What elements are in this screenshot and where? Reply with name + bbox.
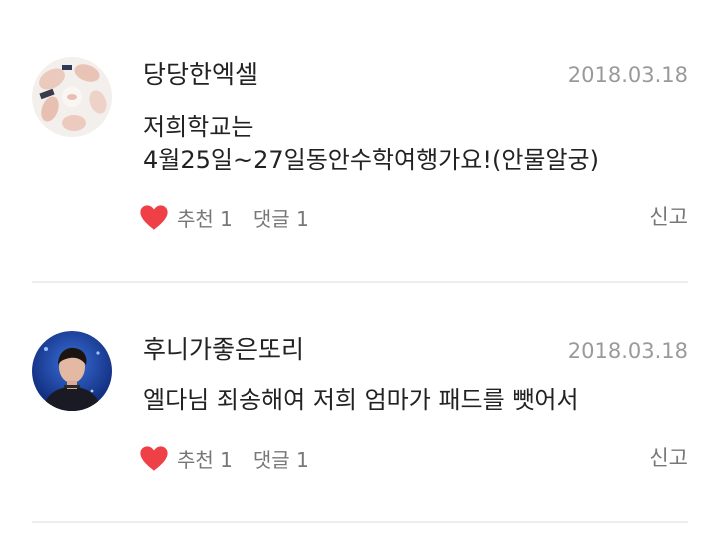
like-button[interactable]: 추천 1	[139, 203, 233, 232]
comment-text: 엘다님 죄송해여 저희 엄마가 패드를 뺏어서	[143, 384, 688, 417]
comment-actions: 추천 1 댓글 1	[139, 443, 309, 473]
reply-button[interactable]: 댓글 1	[253, 444, 309, 473]
avatar[interactable]	[32, 57, 112, 137]
person-photo-icon	[32, 331, 112, 411]
reply-button[interactable]: 댓글 1	[253, 203, 309, 232]
comment-feed: 당당한엑셀 2018.03.18 저희학교는 4월25일~27일동안수학여행가요…	[0, 0, 720, 540]
comment-author[interactable]: 후니가좋은또리	[143, 335, 304, 365]
avatar[interactable]	[32, 331, 112, 411]
heart-icon	[140, 445, 168, 471]
like-label: 추천 1	[177, 447, 233, 472]
comment-text-line: 엘다님 죄송해여 저희 엄마가 패드를 뺏어서	[143, 386, 579, 414]
like-label: 추천 1	[177, 206, 233, 231]
comment-text-line: 저희학교는	[143, 113, 254, 141]
comment-date: 2018.03.18	[567, 339, 688, 363]
comment-date: 2018.03.18	[567, 63, 688, 87]
report-button[interactable]: 신고	[649, 443, 688, 473]
report-button[interactable]: 신고	[649, 202, 688, 232]
comment-item: 당당한엑셀 2018.03.18 저희학교는 4월25일~27일동안수학여행가요…	[0, 0, 720, 283]
comment-text: 저희학교는 4월25일~27일동안수학여행가요!(안물알궁)	[143, 111, 688, 177]
comment-text-line: 4월25일~27일동안수학여행가요!(안물알궁)	[143, 146, 600, 174]
heart-icon	[140, 204, 168, 230]
hands-photo-icon	[32, 57, 112, 137]
comment-author[interactable]: 당당한엑셀	[143, 60, 258, 90]
comment-item: 후니가좋은또리 2018.03.18 엘다님 죄송해여 저희 엄마가 패드를 뺏…	[0, 283, 720, 523]
comment-actions: 추천 1 댓글 1	[139, 202, 309, 232]
divider	[32, 521, 688, 523]
like-button[interactable]: 추천 1	[139, 444, 233, 473]
